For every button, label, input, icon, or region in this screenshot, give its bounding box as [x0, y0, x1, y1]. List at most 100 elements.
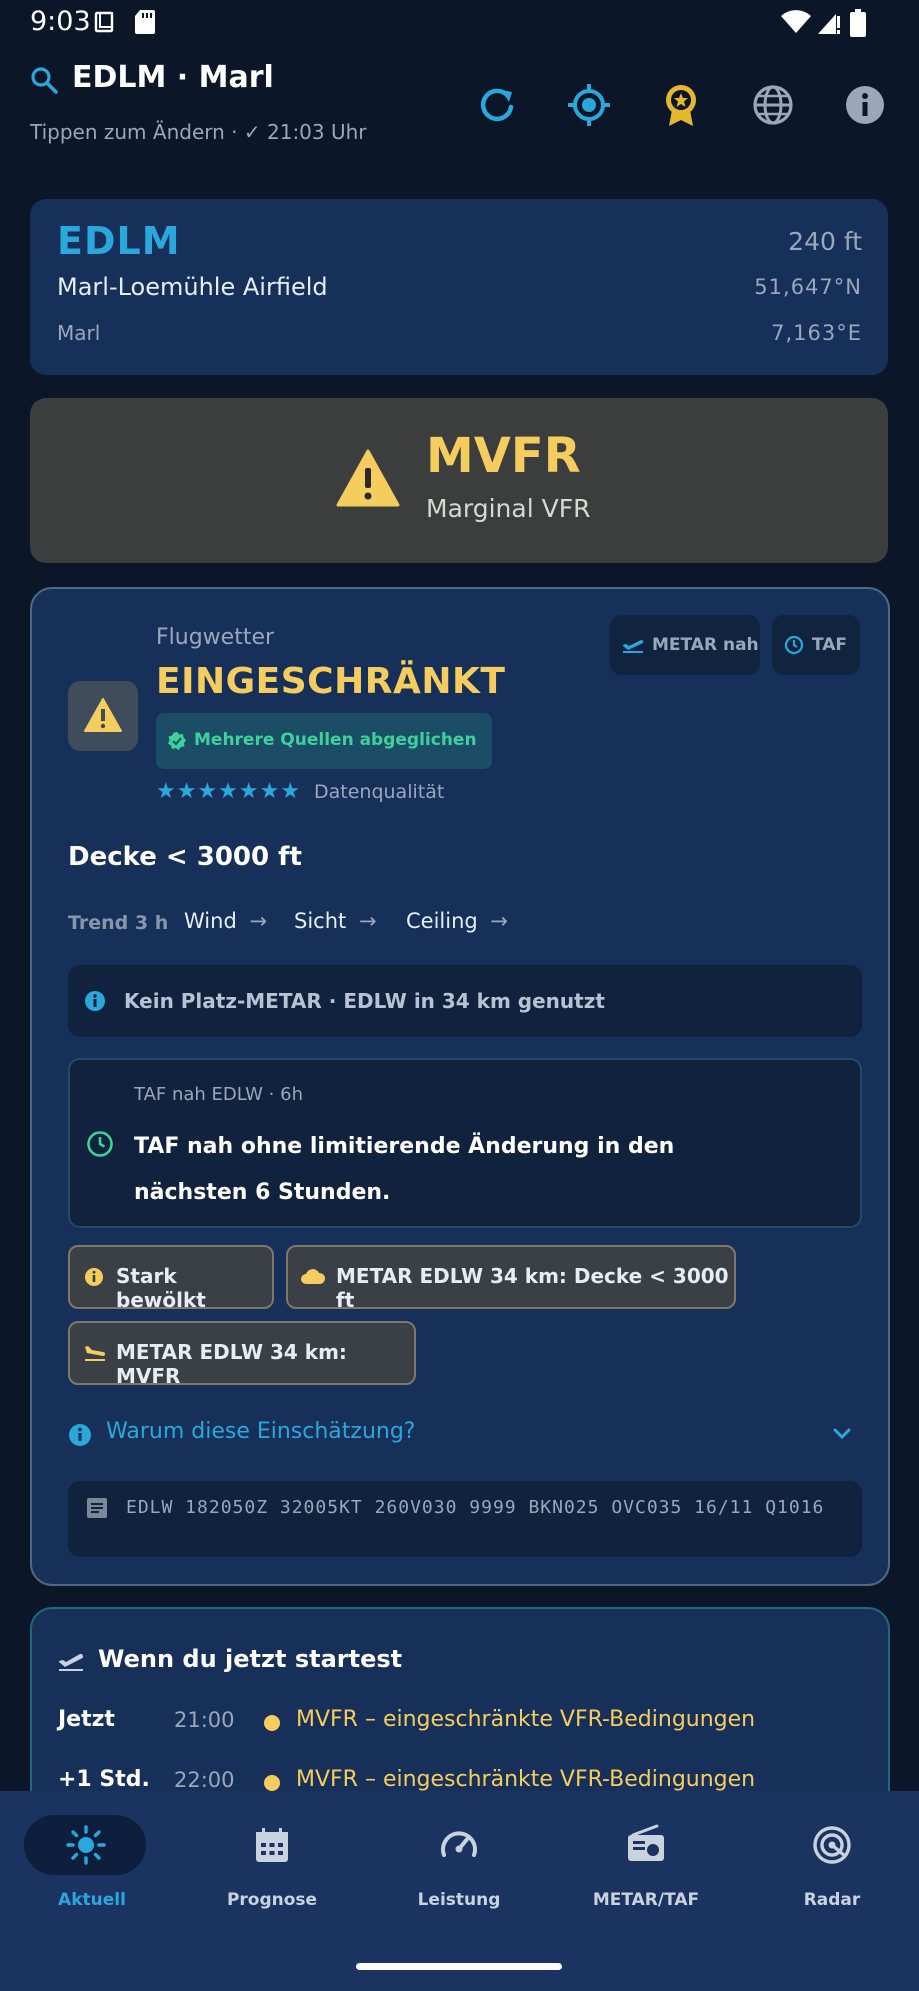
raw-metar: EDLW 182050Z 32005KT 260V030 9999 BKN025…: [68, 1481, 862, 1557]
flight-weather-label: Flugwetter: [156, 625, 275, 650]
taf-chip-label: TAF: [812, 635, 848, 655]
reason-chip-category[interactable]: METAR EDLW 34 km: MVFR: [68, 1321, 416, 1388]
reason-chip-ceiling[interactable]: METAR EDLW 34 km: Decke < 3000 ft: [286, 1245, 736, 1312]
taf-summary-text: TAF nah ohne limitierende Änderung in de…: [134, 1134, 675, 1205]
flight-category-code: MVFR: [426, 428, 581, 484]
taf-summary-heading: TAF nah EDLW · 6h: [134, 1084, 303, 1105]
nav-item-label: Leistung: [417, 1890, 501, 1910]
document-icon: [87, 1498, 107, 1518]
wifi-icon: [781, 10, 811, 34]
search-icon[interactable]: [30, 66, 58, 94]
trend-wind-label: Wind: [184, 909, 237, 933]
bottom-navigation: Aktuell Prognose Leistung METAR/TAF Rada…: [0, 1791, 919, 1991]
airport-card: EDLM 240 ft Marl-Loemühle Airfield 51,64…: [30, 199, 888, 375]
trend-sight-label: Sicht: [294, 909, 347, 933]
radio-icon: [628, 1824, 664, 1861]
status-dot: [264, 1775, 280, 1791]
taf-chip[interactable]: TAF: [772, 615, 860, 675]
trend-ceiling-label: Ceiling: [406, 909, 478, 933]
award-icon[interactable]: [658, 82, 704, 128]
clock-icon: [784, 635, 804, 655]
flight-category-card: MVFR Marginal VFR: [30, 398, 888, 563]
chevron-down-icon[interactable]: [832, 1427, 852, 1441]
data-quality-stars: ★★★★★★★: [156, 779, 302, 804]
flight-category-description: Marginal VFR: [426, 494, 591, 523]
screenshot-notification-icon: [94, 11, 114, 33]
nav-item-label: METAR/TAF: [592, 1890, 700, 1910]
airport-city: Marl: [57, 321, 101, 345]
metar-source-note-text: Kein Platz-METAR · EDLW in 34 km genutzt: [124, 989, 605, 1013]
trend-sight: Sicht →: [294, 909, 377, 933]
cloud-icon: [301, 1269, 326, 1284]
nav-item-metar-taf[interactable]: METAR/TAF: [554, 1791, 738, 1931]
takeoff-row-time: 22:00: [174, 1768, 235, 1792]
metar-nearby-chip[interactable]: METAR nah: [610, 615, 760, 675]
airplane-landing-icon: [85, 1346, 105, 1361]
calendar-icon: [256, 1828, 288, 1862]
airport-selector-title[interactable]: EDLM · Marl: [72, 60, 274, 95]
radar-icon: [813, 1826, 851, 1864]
nav-item-label: Aktuell: [58, 1890, 126, 1910]
trend-ceiling-arrow: →: [490, 909, 509, 933]
ceiling-summary: Decke < 3000 ft: [68, 842, 302, 872]
takeoff-row-label: Jetzt: [58, 1707, 115, 1732]
airport-selector-subtitle[interactable]: Tippen zum Ändern · ✓ 21:03 Uhr: [30, 120, 367, 144]
home-indicator[interactable]: [356, 1963, 562, 1970]
warning-badge: [68, 681, 138, 751]
warning-icon: [84, 698, 122, 732]
trend-sight-arrow: →: [358, 909, 377, 933]
warning-icon: [336, 449, 400, 507]
taf-summary: TAF nah EDLW · 6h TAF nah ohne limitiere…: [68, 1058, 862, 1228]
airport-elevation: 240 ft: [788, 227, 862, 256]
metar-source-note: Kein Platz-METAR · EDLW in 34 km genutzt: [68, 965, 862, 1037]
data-quality-label: Datenqualität: [314, 781, 445, 803]
takeoff-forecast-title: Wenn du jetzt startest: [98, 1645, 403, 1673]
sources-badge: Mehrere Quellen abgeglichen: [156, 713, 492, 769]
reason-chip-category-label: METAR EDLW 34 km: MVFR: [116, 1340, 347, 1388]
explanation-toggle[interactable]: Warum diese Einschätzung?: [106, 1419, 415, 1444]
speedometer-icon: [441, 1831, 477, 1857]
globe-icon[interactable]: [750, 82, 796, 128]
sources-badge-label: Mehrere Quellen abgeglichen: [194, 730, 477, 750]
info-icon[interactable]: [842, 82, 888, 128]
trend-ceiling: Ceiling →: [406, 909, 508, 933]
raw-metar-text: EDLW 182050Z 32005KT 260V030 9999 BKN025…: [126, 1497, 825, 1518]
airplane-takeoff-icon: [59, 1653, 84, 1671]
status-dot: [264, 1715, 280, 1731]
info-icon: [69, 1424, 91, 1446]
nav-item-label: Prognose: [226, 1890, 318, 1910]
flight-weather-state: EINGESCHRÄNKT: [156, 661, 506, 702]
cellular-signal-icon: [818, 14, 840, 34]
sd-card-icon: [135, 10, 155, 34]
verified-icon: [168, 732, 186, 750]
takeoff-row-status: MVFR – eingeschränkte VFR-Bedingungen: [296, 1707, 756, 1732]
reason-chip-ceiling-label: METAR EDLW 34 km: Decke < 3000 ft: [336, 1264, 729, 1312]
nav-item-aktuell[interactable]: Aktuell: [0, 1791, 184, 1931]
takeoff-row-label: +1 Std.: [58, 1767, 150, 1792]
airplane-takeoff-icon: [623, 639, 644, 653]
nav-item-prognose[interactable]: Prognose: [180, 1791, 364, 1931]
airport-latitude: 51,647°N: [754, 275, 862, 299]
clock-icon: [87, 1131, 113, 1157]
trend-wind-arrow: →: [249, 909, 268, 933]
takeoff-row-time: 21:00: [174, 1708, 235, 1732]
reason-chip-clouds[interactable]: Stark bewölkt: [68, 1245, 274, 1312]
status-bar: 9:03: [0, 0, 919, 46]
refresh-icon[interactable]: [474, 82, 520, 128]
info-icon: [85, 1268, 103, 1286]
reason-chip-clouds-label: Stark bewölkt: [116, 1264, 206, 1312]
flight-weather-card: Flugwetter EINGESCHRÄNKT Mehrere Quellen…: [30, 587, 890, 1586]
info-icon: [85, 991, 105, 1011]
metar-nearby-chip-label: METAR nah: [652, 635, 759, 655]
nav-item-leistung[interactable]: Leistung: [367, 1791, 551, 1931]
takeoff-row-status: MVFR – eingeschränkte VFR-Bedingungen: [296, 1767, 756, 1792]
sun-icon: [66, 1825, 106, 1865]
battery-icon: [850, 9, 866, 37]
nav-item-label: Radar: [803, 1890, 861, 1910]
trend-wind: Wind →: [184, 909, 267, 933]
airport-code: EDLM: [57, 219, 181, 263]
locate-icon[interactable]: [566, 82, 612, 128]
trend-label: Trend 3 h: [68, 912, 169, 934]
nav-item-radar[interactable]: Radar: [740, 1791, 919, 1931]
airport-longitude: 7,163°E: [771, 321, 862, 345]
